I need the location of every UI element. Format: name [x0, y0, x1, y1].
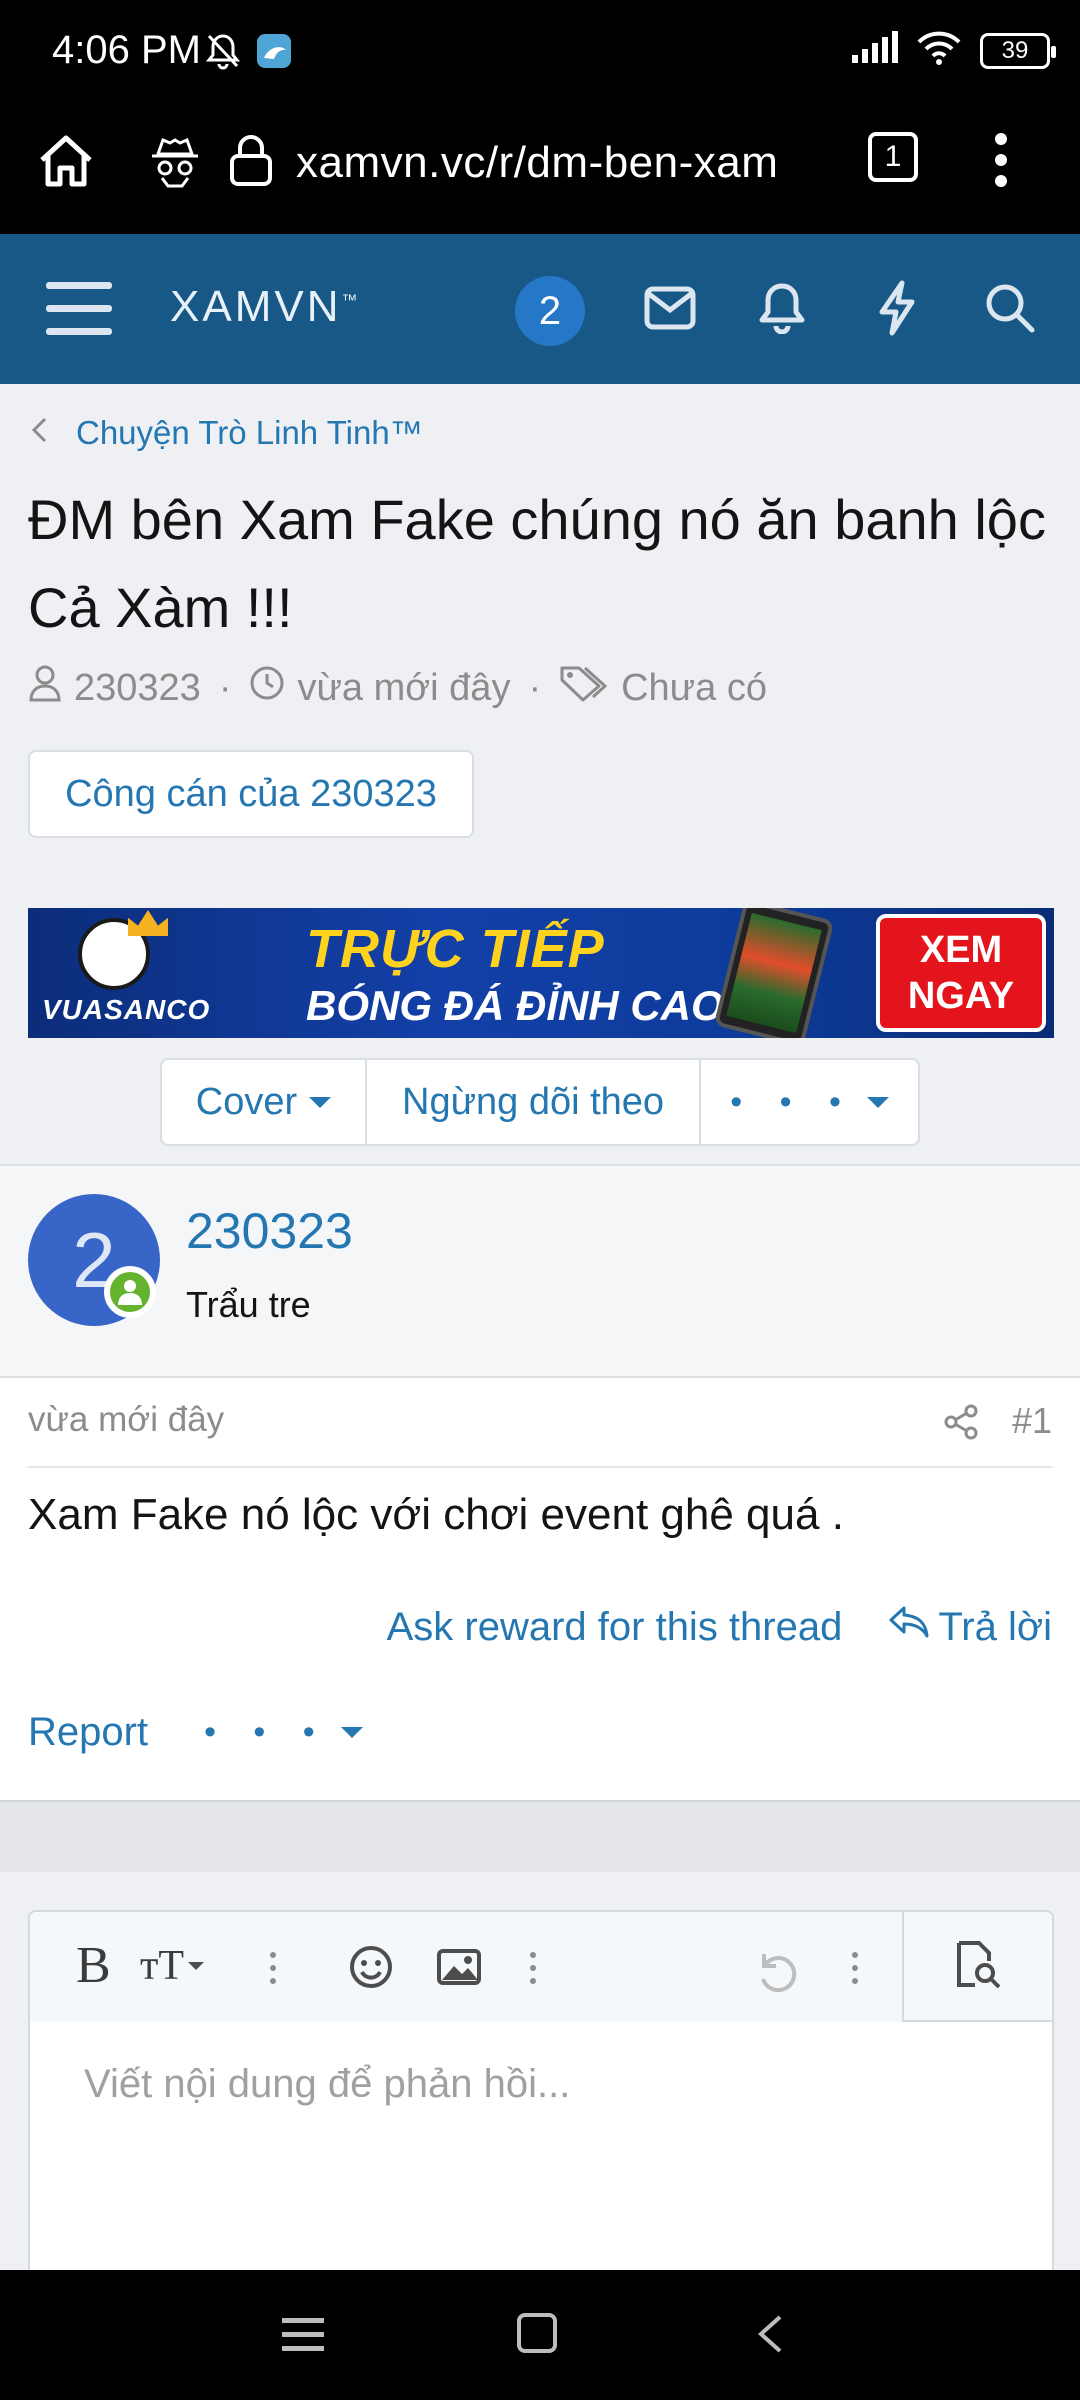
thread-time[interactable]: vừa mới đây — [297, 667, 510, 710]
image-icon[interactable] — [436, 1948, 482, 1991]
site-header: XAMVN™ 2 — [0, 234, 1080, 384]
incognito-icon[interactable] — [150, 134, 200, 193]
hamburger-menu-icon[interactable] — [46, 280, 112, 343]
battery-indicator: 39 — [980, 32, 1056, 69]
post-number[interactable]: #1 — [1012, 1400, 1052, 1442]
tab-switcher-button[interactable]: 1 — [868, 132, 918, 182]
thread-author[interactable]: 230323 — [74, 667, 201, 710]
breadcrumb-forum-link[interactable]: Chuyện Trò Linh Tinh™ — [76, 414, 423, 452]
app-notification-icon — [255, 32, 293, 75]
ad-cta-button[interactable]: XEM NGAY — [876, 914, 1046, 1032]
thread-action-group: Cover Ngừng dõi theo • • • — [160, 1058, 920, 1146]
caret-down-icon — [340, 1727, 363, 1738]
caret-down-icon — [309, 1096, 332, 1108]
bell-icon[interactable] — [758, 282, 806, 339]
wifi-icon — [916, 30, 962, 71]
ad-subline: BÓNG ĐÁ ĐỈNH CAO — [306, 982, 724, 1029]
reply-button[interactable]: Trả lời — [888, 1604, 1052, 1650]
breadcrumb[interactable]: Chuyện Trò Linh Tinh™ — [30, 414, 423, 452]
bell-muted-icon — [205, 32, 241, 75]
back-icon[interactable] — [756, 2314, 784, 2359]
preview-icon — [953, 1939, 1003, 1994]
post-time[interactable]: vừa mới đây — [28, 1400, 224, 1440]
divider — [28, 1466, 1052, 1468]
text-size-button[interactable]: тT — [140, 1942, 205, 1990]
editor-toolbar: B тT — [30, 1912, 1052, 2022]
thread-tags[interactable]: Chưa có — [621, 667, 767, 710]
search-icon[interactable] — [984, 282, 1036, 339]
more-options-icon[interactable] — [852, 1952, 858, 1984]
user-title: Trẩu tre — [186, 1284, 311, 1325]
phone-image — [713, 908, 835, 1038]
author-threads-button[interactable]: Công cán của 230323 — [28, 750, 474, 838]
chevron-left-icon — [30, 414, 48, 452]
undo-icon[interactable] — [752, 1946, 798, 1997]
browser-toolbar: xamvn.vc/r/dm-ben-xam 1 — [0, 104, 1080, 234]
more-insert-icon[interactable] — [530, 1952, 536, 1984]
thread-title: ĐM bên Xam Fake chúng nó ăn banh lộc Cả … — [28, 488, 1046, 639]
notification-count-badge[interactable]: 2 — [515, 276, 585, 346]
ad-banner[interactable]: VUASANCO TRỰC TIẾP BÓNG ĐÁ ĐỈNH CAO XEM … — [28, 908, 1054, 1038]
separator — [0, 1802, 1080, 1872]
home-icon[interactable] — [36, 132, 96, 195]
signal-icon — [850, 31, 898, 70]
emoji-icon[interactable] — [348, 1944, 394, 1995]
recent-apps-icon[interactable] — [282, 2316, 324, 2357]
crown-icon — [128, 910, 168, 936]
ad-headline: TRỰC TIẾP — [306, 919, 605, 979]
home-button-icon[interactable] — [516, 2312, 558, 2359]
status-time: 4:06 PM — [52, 28, 201, 72]
more-format-icon[interactable] — [270, 1952, 276, 1984]
bold-button[interactable]: B — [76, 1936, 111, 1995]
share-icon[interactable] — [944, 1404, 978, 1445]
reply-editor: B тT Viết nội dung để phản hồi... — [28, 1910, 1054, 2270]
mail-icon[interactable] — [644, 286, 696, 335]
preview-button[interactable] — [902, 1912, 1052, 2022]
online-status-icon — [104, 1266, 156, 1318]
url-field[interactable]: xamvn.vc/r/dm-ben-xam — [296, 138, 778, 188]
clock-icon — [249, 665, 285, 711]
ad-brand: VUASANCO — [42, 994, 211, 1025]
more-actions-button[interactable]: • • • — [701, 1060, 918, 1144]
tags-icon — [559, 664, 609, 712]
post-user-block: 2 230323 Trẩu tre — [0, 1164, 1080, 1376]
unwatch-button[interactable]: Ngừng dõi theo — [367, 1060, 702, 1144]
post: vừa mới đây #1 Xam Fake nó lộc với chơi … — [0, 1376, 1080, 1802]
report-link[interactable]: Report — [28, 1710, 148, 1755]
reply-icon — [888, 1604, 930, 1650]
post-username[interactable]: 230323 — [186, 1202, 353, 1260]
reply-input[interactable]: Viết nội dung để phản hồi... — [84, 2062, 570, 2107]
ask-reward-link[interactable]: Ask reward for this thread — [387, 1605, 843, 1650]
main-content: Chuyện Trò Linh Tinh™ ĐM bên Xam Fake ch… — [0, 384, 1080, 2270]
lock-icon — [228, 134, 274, 191]
caret-down-icon — [188, 1962, 205, 1970]
thread-meta: 230323 · vừa mới đây · Chưa có — [28, 664, 767, 712]
cover-dropdown-button[interactable]: Cover — [162, 1060, 367, 1144]
post-body: Xam Fake nó lộc với chơi event ghê quá . — [28, 1490, 844, 1539]
system-navigation-bar — [0, 2270, 1080, 2400]
user-icon — [28, 664, 62, 712]
browser-menu-icon[interactable] — [994, 132, 1008, 193]
status-bar: 4:06 PM 39 — [0, 0, 1080, 104]
post-more-button[interactable]: • • • — [204, 1713, 363, 1752]
site-logo[interactable]: XAMVN™ — [170, 282, 357, 332]
caret-down-icon — [866, 1096, 889, 1108]
bolt-icon[interactable] — [876, 280, 918, 341]
